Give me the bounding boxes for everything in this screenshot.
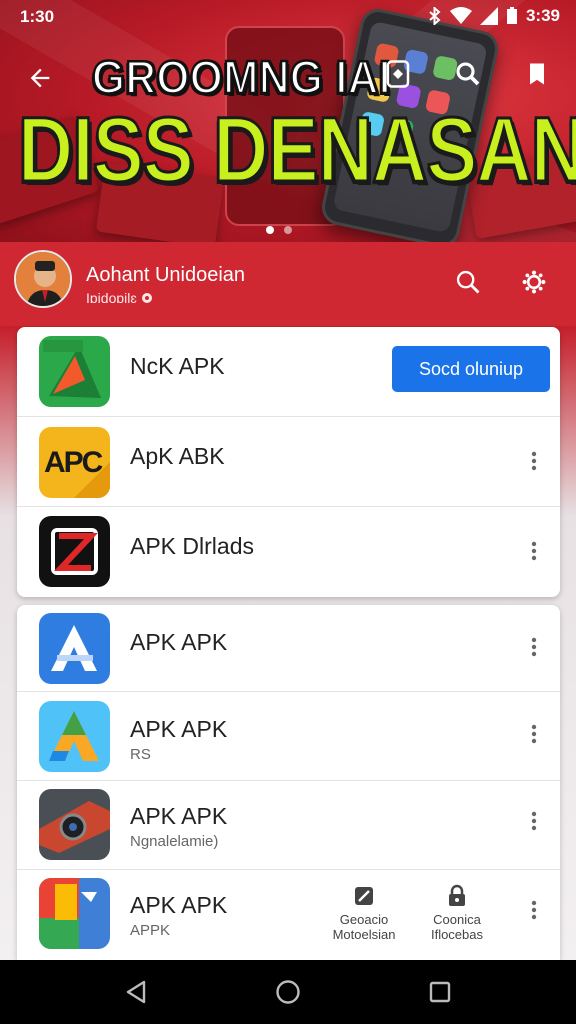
app-title: APK APK [130, 629, 228, 655]
channel-subtitle: Iɒidoɒilɛ [86, 290, 137, 306]
system-navigation-bar [0, 960, 576, 1024]
app-subtitle: Ngnalelamie) [130, 833, 219, 850]
edit-action-label-1: Geoacio [339, 912, 389, 927]
lock-action-label-2: Iflocebas [430, 927, 484, 942]
more-options-button[interactable] [522, 533, 546, 569]
list-item[interactable]: APK Dlrlads [17, 507, 560, 597]
battery-icon [506, 7, 517, 24]
apc-app-icon: APC [39, 427, 110, 498]
edit-action-button[interactable]: Geoacio Motoelsian [319, 884, 409, 942]
app-title: ApK ABK [130, 443, 225, 469]
more-vert-icon [531, 900, 537, 920]
save-button[interactable] [515, 52, 559, 96]
more-vert-icon [531, 724, 537, 744]
lock-action-label-1: Coonica [433, 912, 481, 927]
list-item[interactable]: APC ApK ABK [17, 417, 560, 507]
lock-action-button[interactable]: Coonica Iflocebas [412, 884, 502, 942]
channel-subtitle-row: Iɒidoɒilɛ [86, 290, 153, 306]
more-vert-icon [531, 451, 537, 471]
list-item[interactable]: APK APK [17, 605, 560, 692]
app-subtitle: RS [130, 746, 151, 763]
more-options-button[interactable] [522, 443, 546, 479]
bookmark-icon [530, 63, 544, 85]
more-options-button[interactable] [522, 629, 546, 665]
app-subtitle: APPK [130, 922, 171, 939]
hero-title-line2: DISS DENASAN [17, 98, 576, 203]
settings-button[interactable] [514, 262, 554, 302]
nav-recents-button[interactable] [416, 968, 464, 1016]
list-item[interactable]: APK APK Ngnalelamie) [17, 781, 560, 870]
app-title: NcK APK [130, 353, 225, 379]
list-item[interactable]: APK APK APPK Geoacio Motoelsian Coonica … [17, 870, 560, 960]
install-button[interactable]: Socd oluniup [392, 346, 550, 392]
nck-app-icon [39, 336, 110, 407]
carousel-dot[interactable] [284, 226, 292, 234]
status-time-right: 3:39 [525, 6, 560, 25]
channel-name: Aohant Unidoeian [86, 264, 246, 286]
signal-icon [479, 7, 498, 25]
lock-icon [449, 884, 465, 906]
edit-icon [355, 887, 373, 905]
app-badge-icon [386, 60, 410, 88]
list-item[interactable]: APK APK RS [17, 692, 560, 781]
blue-a-app-icon [39, 613, 110, 684]
flag-app-icon [39, 878, 110, 949]
app-title: APK Dlrlads [130, 533, 254, 559]
triangle-back-icon [126, 980, 146, 1004]
app-title: APK APK [130, 803, 228, 829]
more-vert-icon [531, 637, 537, 657]
more-options-button[interactable] [522, 892, 546, 928]
edit-action-label-2: Motoelsian [332, 927, 396, 942]
carousel-indicator [266, 226, 292, 234]
app-title: APK APK [130, 892, 228, 918]
app-list-card-1: NcK APK Socd oluniup APC ApK ABK APK Dlr… [17, 327, 560, 597]
channel-search-button[interactable] [448, 262, 488, 302]
z-app-icon [39, 516, 110, 587]
channel-header: Aohant Unidoeian Iɒidoɒilɛ [0, 242, 576, 326]
status-time: 1:30 [20, 7, 55, 26]
app-badge-button[interactable] [376, 52, 420, 96]
hero-banner: 1:30 3:39 GROOMNG IAI DISS DENASAN [0, 0, 576, 242]
app-list-card-2: APK APK APK APK RS APK APK Ngnalelamie) … [17, 605, 560, 960]
more-options-button[interactable] [522, 803, 546, 839]
hero-search-button[interactable] [446, 52, 490, 96]
nav-back-button[interactable] [112, 968, 160, 1016]
gradient-a-app-icon [39, 701, 110, 772]
nav-home-button[interactable] [264, 968, 312, 1016]
more-vert-icon [531, 811, 537, 831]
avatar[interactable] [14, 250, 72, 308]
more-options-button[interactable] [522, 716, 546, 752]
app-title: APK APK [130, 716, 228, 742]
arrow-back-icon [30, 68, 50, 88]
carousel-dot[interactable] [266, 226, 274, 234]
person-avatar-image [16, 252, 70, 306]
search-icon [456, 270, 480, 294]
list-item[interactable]: NcK APK Socd oluniup [17, 327, 560, 417]
wifi-icon [449, 7, 472, 24]
hero-title-line1: GROOMNG IAI [91, 50, 392, 105]
camera-app-icon [39, 789, 110, 860]
search-icon [456, 62, 480, 86]
square-recents-icon [429, 981, 451, 1003]
gear-icon [522, 270, 546, 294]
more-vert-icon [531, 541, 537, 561]
status-bar: 1:30 3:39 [0, 0, 576, 32]
circle-home-icon [276, 980, 300, 1004]
location-pin-icon [141, 293, 152, 303]
apc-icon-label: APC [44, 446, 103, 479]
bluetooth-icon [429, 7, 441, 25]
